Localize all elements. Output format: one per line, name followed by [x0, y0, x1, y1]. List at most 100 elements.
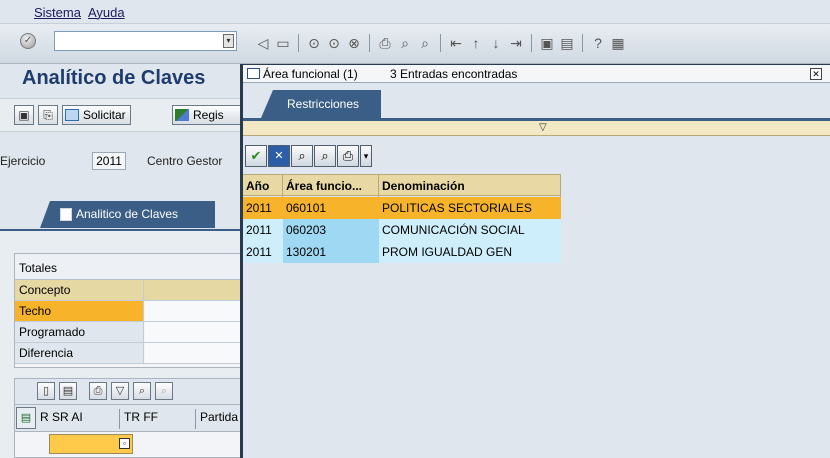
ejercicio-field[interactable]: 2011	[92, 152, 126, 170]
column-separator	[119, 409, 120, 429]
register-icon	[175, 109, 189, 121]
search-help-dialog: Área funcional (1) 3 Entradas encontrada…	[240, 64, 830, 458]
column-header-r-sr-ai[interactable]: R SR AI	[40, 410, 83, 424]
delete-row-icon[interactable]: ▤	[59, 382, 77, 400]
table-header: Año Área funcio... Denominación	[243, 174, 561, 197]
cell-area: 060101	[286, 201, 327, 215]
last-page-icon[interactable]: ⇥	[507, 34, 525, 52]
column-header-tr-ff[interactable]: TR FF	[124, 410, 158, 424]
table-row: ▫	[14, 432, 242, 458]
find-next-icon[interactable]: ⌕	[155, 382, 173, 400]
table-row[interactable]: 2011 060101 POLITICAS SECTORIALES	[243, 197, 561, 219]
print-menu-icon[interactable]: ▾	[360, 145, 372, 167]
table-row[interactable]: 2011 060203 COMUNICACIÓN SOCIAL	[243, 219, 561, 241]
centro-gestor-label: Centro Gestor	[147, 154, 223, 168]
new-row-icon[interactable]: ▯	[37, 382, 55, 400]
table-row[interactable]: 2011 130201 PROM IGUALDAD GEN	[243, 241, 561, 263]
main-tabstrip: Analitico de Claves	[0, 195, 242, 229]
cancel-icon[interactable]: ⊗	[345, 34, 363, 52]
tab-label: Analitico de Claves	[76, 207, 179, 221]
input-cell[interactable]: ▫	[49, 434, 133, 454]
cell-denominacion: PROM IGUALDAD GEN	[382, 245, 513, 259]
table-header: ▤ R SR AI TR FF Partida	[14, 404, 242, 432]
standard-toolbar: ✓ ▾ ◁ ▭ ⊙ ⊙ ⊗ ⎙ ⌕ ⌕ ⇤ ↑ ↓ ⇥ ▣ ▤ ? ▦	[0, 24, 830, 64]
totales-table: Totales Concepto Techo Programado Difere…	[14, 253, 243, 368]
cell-denominacion: COMUNICACIÓN SOCIAL	[382, 223, 525, 237]
solicitar-label: Solicitar	[83, 108, 126, 122]
row-value	[145, 343, 243, 363]
find-next-icon[interactable]: ⌕	[416, 34, 434, 52]
print-icon[interactable]: ⎙	[89, 382, 107, 400]
concepto-header: Concepto	[15, 280, 144, 300]
first-page-icon[interactable]: ⇤	[447, 34, 465, 52]
next-page-icon[interactable]: ↓	[487, 34, 505, 52]
accept-icon[interactable]: ✔	[245, 145, 267, 167]
new-session-icon[interactable]: ▣	[538, 34, 556, 52]
table-row[interactable]: Techo	[15, 301, 243, 322]
back-icon[interactable]: ◁	[254, 34, 272, 52]
cell-anio: 2011	[246, 201, 272, 215]
menu-ayuda[interactable]: Ayuda	[88, 5, 125, 20]
find-icon[interactable]: ⌕	[133, 382, 151, 400]
menu-sistema[interactable]: Sistema	[34, 5, 81, 20]
nav-exit-icon[interactable]: ⊙	[325, 34, 343, 52]
application-toolbar: ▣ ⎘ Solicitar Regis	[0, 98, 242, 132]
table-row[interactable]: Diferencia	[15, 343, 243, 364]
toolbar-icons: ◁ ▭ ⊙ ⊙ ⊗ ⎙ ⌕ ⌕ ⇤ ↑ ↓ ⇥ ▣ ▤ ? ▦	[254, 33, 627, 53]
registrar-button[interactable]: Regis	[172, 105, 242, 125]
menu-bar: Sistema Ayuda	[0, 0, 830, 24]
restrictions-toggle[interactable]: ▽	[243, 118, 830, 136]
prev-page-icon[interactable]: ↑	[467, 34, 485, 52]
find-icon[interactable]: ⌕	[291, 145, 313, 167]
tab-analitico-de-claves[interactable]: Analitico de Claves	[40, 201, 215, 228]
toolbar-separator	[582, 34, 583, 52]
cell-area: 060203	[283, 219, 379, 241]
row-value	[145, 301, 243, 321]
row-label: Programado	[15, 322, 144, 342]
cancel-icon[interactable]: ✕	[268, 145, 290, 167]
value-header	[145, 280, 243, 300]
totales-header-row: Concepto	[15, 280, 243, 301]
dialog-body: ✔ ✕ ⌕ ⌕ ⎙ ▾ Año Área funcio... Denominac…	[243, 136, 830, 458]
select-all-icon[interactable]: ▤	[16, 407, 36, 429]
row-label: Diferencia	[15, 343, 144, 363]
cell-denominacion: POLITICAS SECTORIALES	[382, 201, 532, 215]
filter-icon[interactable]: ▽	[111, 382, 129, 400]
tab-document-icon	[60, 208, 72, 221]
print-icon[interactable]: ⎙	[376, 34, 394, 52]
row-value	[145, 322, 243, 342]
column-header-anio[interactable]: Año	[243, 175, 283, 197]
toolbar-separator	[369, 34, 370, 52]
column-header-denominacion[interactable]: Denominación	[379, 175, 561, 197]
solicitar-button[interactable]: Solicitar	[62, 105, 131, 125]
table-row[interactable]: Programado	[15, 322, 243, 343]
cell-area: 130201	[283, 241, 379, 263]
page-title: Analítico de Claves	[22, 67, 206, 89]
help-icon[interactable]: ?	[589, 34, 607, 52]
dialog-tabstrip: Restricciones	[243, 84, 830, 118]
dialog-icon	[247, 68, 260, 79]
column-header-area-funcional[interactable]: Área funcio...	[283, 175, 379, 197]
find-icon[interactable]: ⌕	[396, 34, 414, 52]
command-field[interactable]: ▾	[54, 31, 237, 51]
column-header-partida[interactable]: Partida	[200, 410, 238, 424]
copy-button[interactable]: ⎘	[38, 105, 58, 125]
find-next-icon[interactable]: ⌕	[314, 145, 336, 167]
value-help-icon[interactable]: ▫	[119, 438, 130, 449]
chevron-down-icon[interactable]: ▽	[539, 122, 547, 133]
nav-back-icon[interactable]: ⊙	[305, 34, 323, 52]
cell-anio: 2011	[246, 223, 272, 237]
enter-icon[interactable]: ✓	[20, 33, 36, 49]
save-icon[interactable]: ▭	[274, 34, 292, 52]
save-button[interactable]: ▣	[14, 105, 34, 125]
command-history-icon[interactable]: ▾	[223, 34, 234, 48]
filter-area: Ejercicio 2011 Centro Gestor	[0, 132, 242, 192]
tab-restricciones[interactable]: Restricciones	[261, 90, 381, 118]
close-icon[interactable]: ✕	[810, 68, 822, 80]
registrar-label: Regis	[193, 108, 224, 122]
table-toolbar: ▯ ▤ ⎙ ▽ ⌕ ⌕	[14, 378, 242, 404]
print-icon[interactable]: ⎙	[337, 145, 359, 167]
shortcut-icon[interactable]: ▤	[558, 34, 576, 52]
cell-anio: 2011	[246, 245, 272, 259]
layout-icon[interactable]: ▦	[609, 34, 627, 52]
